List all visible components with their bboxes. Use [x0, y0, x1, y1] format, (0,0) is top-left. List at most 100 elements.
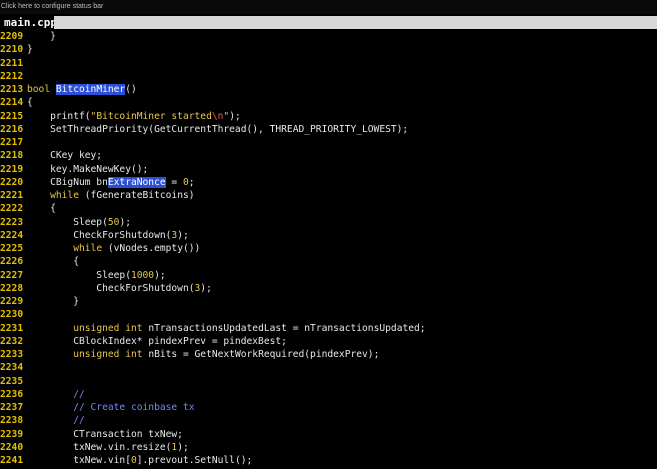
code-token: // Create coinbase tx	[73, 402, 195, 413]
line-number: 2217	[0, 137, 24, 148]
code-line[interactable]: 2238 //	[0, 414, 657, 427]
line-number: 2236	[0, 388, 24, 400]
code-token: int	[125, 322, 143, 334]
line-number: 2219	[0, 163, 24, 175]
line-number: 2235	[0, 375, 24, 387]
code-editor[interactable]: 2209 } 2210} 2211 2212 2213 bool BitcoinMiner…	[0, 30, 657, 469]
line-number: 2212	[0, 70, 24, 82]
code-token: while	[73, 243, 103, 254]
code-token: bool	[27, 84, 51, 95]
code-token: //	[73, 415, 85, 427]
code-line[interactable]: 2227 Sleep(1000);	[0, 269, 657, 282]
code-text: {	[27, 202, 56, 215]
code-token: unsigned	[73, 322, 120, 334]
code-line[interactable]: 2209 }	[0, 30, 657, 43]
code-line[interactable]: 2232 CBlockIndex* pindexPrev = pindexBes…	[0, 335, 657, 348]
code-token: SetThreadPriority(GetCurrentThread(), TH…	[27, 123, 409, 135]
code-line[interactable]: 2213 bool BitcoinMiner()	[0, 83, 657, 96]
code-text: Sleep(50);	[27, 216, 131, 229]
line-number: 2221	[0, 190, 24, 201]
code-text: // Create coinbase tx	[27, 401, 195, 414]
code-token: Sleep(	[27, 216, 108, 228]
code-line[interactable]: 2221 while (fGenerateBitcoins)	[0, 189, 657, 202]
code-token: "BitcoinMiner started	[90, 110, 212, 122]
tab-bar: main.cpp	[0, 14, 657, 30]
code-line[interactable]: 2217	[0, 136, 657, 149]
line-number: 2222	[0, 203, 24, 215]
code-text: {	[27, 96, 33, 109]
code-line[interactable]: 2230	[0, 308, 657, 321]
tab-main-cpp[interactable]: main.cpp	[0, 15, 61, 30]
code-line[interactable]: 2228 CheckForShutdown(3);	[0, 282, 657, 295]
line-number: 2211	[0, 57, 24, 69]
code-token: Sleep(	[27, 269, 131, 281]
code-text: key.MakeNewKey();	[27, 163, 148, 176]
code-text: SetThreadPriority(GetCurrentThread(), TH…	[27, 123, 408, 136]
code-token: CheckForShutdown(	[27, 229, 172, 241]
code-line[interactable]: 2235	[0, 375, 657, 388]
line-number: 2215	[0, 110, 24, 122]
code-line[interactable]: 2216 SetThreadPriority(GetCurrentThread(…	[0, 123, 657, 136]
code-line[interactable]: 2215 printf("BitcoinMiner started\n");	[0, 110, 657, 123]
code-token: int	[125, 349, 143, 360]
code-text: bool BitcoinMiner()	[27, 83, 137, 96]
code-line[interactable]: 2214{	[0, 96, 657, 109]
code-line[interactable]: 2231 unsigned int nTransactionsUpdatedLa…	[0, 322, 657, 335]
code-token: ;	[188, 176, 195, 188]
code-line[interactable]: 2218 CKey key;	[0, 149, 657, 162]
line-number: 2240	[0, 441, 24, 453]
code-line[interactable]: 2237 // Create coinbase tx	[0, 401, 657, 414]
status-bar[interactable]: Click here to configure status bar	[0, 0, 657, 14]
code-line[interactable]: 2211	[0, 57, 657, 70]
code-line[interactable]: 2226 {	[0, 255, 657, 268]
code-line[interactable]: 2240 txNew.vin.resize(1);	[0, 441, 657, 454]
code-line[interactable]: 2233 unsigned int nBits = GetNextWorkReq…	[0, 348, 657, 361]
code-text: CKey key;	[27, 149, 102, 162]
code-line[interactable]: 2234	[0, 361, 657, 374]
code-token: {	[27, 97, 33, 109]
line-number: 2228	[0, 282, 24, 294]
line-number: 2229	[0, 296, 24, 307]
code-token: ].prevout.SetNull();	[136, 455, 253, 466]
code-line[interactable]: 2223 Sleep(50);	[0, 216, 657, 229]
code-line[interactable]: 2225 while (vNodes.empty())	[0, 242, 657, 255]
code-token: 50	[107, 216, 120, 228]
code-token: (fGenerateBitcoins)	[79, 190, 195, 201]
code-text: }	[27, 295, 79, 308]
code-token: ()	[125, 84, 137, 95]
code-token: );	[200, 282, 212, 294]
code-text: txNew.vin[0].prevout.SetNull();	[27, 454, 252, 467]
code-line[interactable]: 2220 CBigNum bnExtraNonce = 0;	[0, 176, 657, 189]
search-highlight: ExtraNonce	[107, 176, 166, 188]
code-text: unsigned int nTransactionsUpdatedLast = …	[27, 322, 425, 335]
code-line[interactable]: 2239 CTransaction txNew;	[0, 428, 657, 441]
code-text: Sleep(1000);	[27, 269, 165, 282]
code-line[interactable]: 2212	[0, 70, 657, 83]
code-line[interactable]: 2236 //	[0, 388, 657, 401]
code-token: CTransaction txNew;	[27, 428, 183, 440]
line-number: 2233	[0, 349, 24, 360]
code-token: {	[27, 203, 56, 215]
code-token: CKey key;	[27, 150, 103, 162]
line-number: 2220	[0, 176, 24, 188]
code-text: printf("BitcoinMiner started\n");	[27, 110, 241, 123]
code-line[interactable]: 2229 }	[0, 295, 657, 308]
code-line[interactable]: 2224 CheckForShutdown(3);	[0, 229, 657, 242]
line-number: 2237	[0, 402, 24, 413]
code-token: //	[73, 388, 85, 400]
code-line[interactable]: 2219 key.MakeNewKey();	[0, 163, 657, 176]
code-line[interactable]: 2222 {	[0, 202, 657, 215]
code-text: CTransaction txNew;	[27, 428, 183, 441]
line-number: 2232	[0, 335, 24, 347]
search-highlight: BitcoinMiner	[55, 84, 126, 95]
code-token: }	[27, 296, 79, 307]
code-line[interactable]: 2210}	[0, 43, 657, 56]
code-text: CBlockIndex* pindexPrev = pindexBest;	[27, 335, 287, 348]
code-line[interactable]: 2241 txNew.vin[0].prevout.SetNull();	[0, 454, 657, 467]
